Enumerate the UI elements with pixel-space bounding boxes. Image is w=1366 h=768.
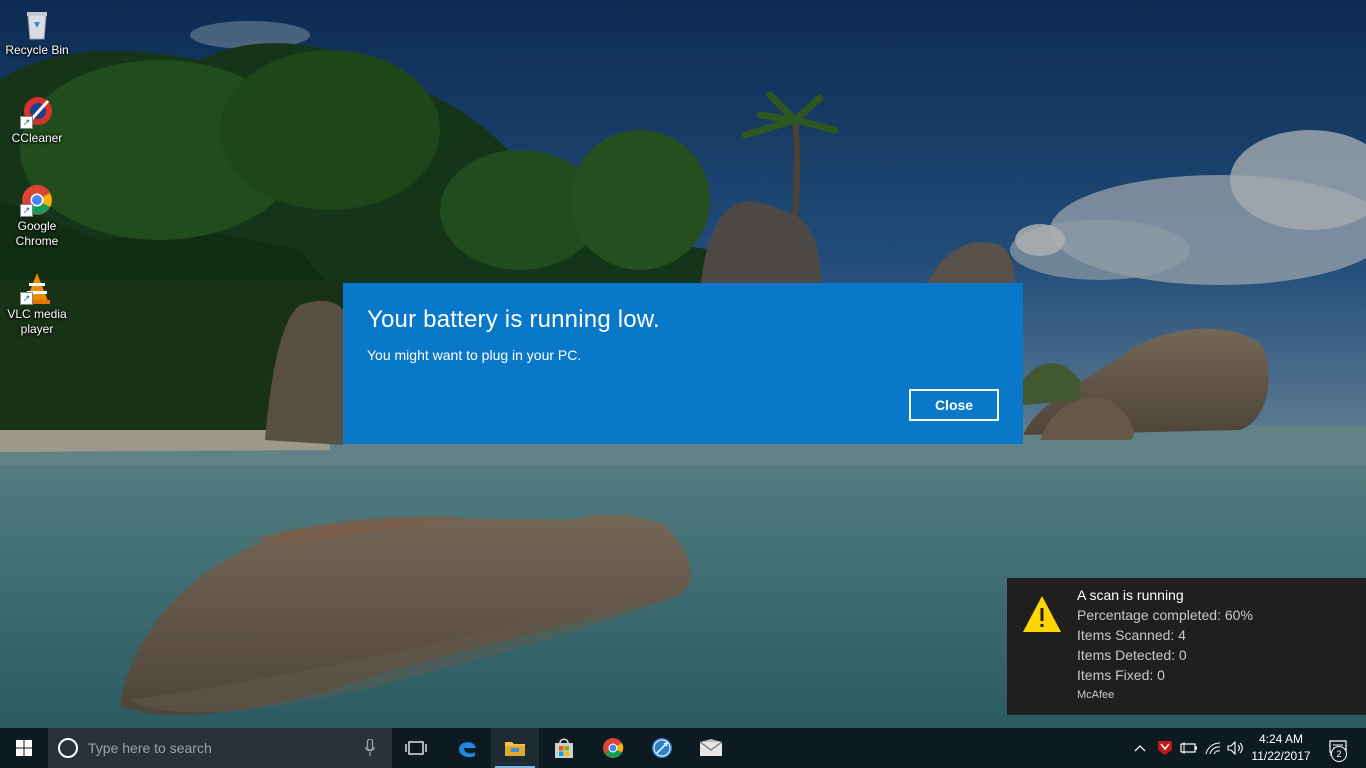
notification-line-percentage: Percentage completed: 60% [1077, 607, 1253, 623]
taskbar-app[interactable] [638, 728, 686, 768]
wifi-icon[interactable] [1201, 728, 1225, 768]
notification-title: A scan is running [1077, 587, 1184, 603]
volume-icon[interactable] [1224, 728, 1248, 768]
taskbar-edge[interactable] [443, 728, 491, 768]
windows-logo-icon [16, 740, 32, 756]
mail-icon [699, 739, 723, 756]
dialog-message: You might want to plug in your PC. [367, 347, 582, 363]
taskbar-clock[interactable]: 4:24 AM 11/22/2017 [1248, 731, 1314, 765]
show-hidden-icons-chevron-up-icon[interactable] [1128, 728, 1152, 768]
taskbar-mail[interactable] [687, 728, 735, 768]
recycle-bin-icon [20, 7, 54, 41]
task-view-button[interactable] [392, 728, 440, 768]
close-button[interactable]: Close [909, 389, 999, 421]
battery-icon[interactable] [1177, 728, 1201, 768]
clock-date: 11/22/2017 [1251, 749, 1311, 763]
vlc-icon: ↗ [20, 271, 54, 305]
desktop-icon-label: Google Chrome [15, 219, 59, 248]
desktop-icon-ccleaner[interactable]: ↗ CCleaner [2, 95, 72, 146]
microphone-icon[interactable] [365, 738, 375, 761]
file-explorer-icon [505, 742, 525, 756]
taskbar-search-box[interactable]: Type here to search [48, 728, 392, 768]
store-icon [555, 738, 573, 758]
app-icon [652, 738, 672, 758]
desktop-icon-google-chrome[interactable]: ↗ Google Chrome [2, 183, 72, 249]
desktop-icon-label: Recycle Bin [5, 43, 69, 57]
chrome-icon [603, 738, 624, 758]
desktop-icon-recycle-bin[interactable]: Recycle Bin [2, 7, 72, 58]
cortana-icon [58, 738, 78, 758]
battery-low-dialog: Your battery is running low. You might w… [343, 283, 1023, 444]
taskbar: Type here to search 4:24 AM 11/22/2017 [0, 728, 1366, 768]
chrome-icon: ↗ [20, 183, 54, 217]
shortcut-arrow-icon: ↗ [20, 204, 33, 217]
warning-icon [1021, 594, 1063, 634]
notification-line-fixed: Items Fixed: 0 [1077, 667, 1165, 683]
desktop-icon-vlc[interactable]: ↗ VLC media player [2, 271, 72, 337]
notification-line-detected: Items Detected: 0 [1077, 647, 1187, 663]
notification-source: McAfee [1077, 689, 1115, 701]
edge-icon [459, 742, 476, 758]
taskbar-store[interactable] [540, 728, 588, 768]
taskbar-file-explorer[interactable] [491, 728, 539, 768]
notification-count-badge: 2 [1331, 746, 1347, 762]
mcafee-scan-notification[interactable]: A scan is running Percentage completed: … [1007, 578, 1366, 715]
notification-line-scanned: Items Scanned: 4 [1077, 627, 1186, 643]
search-placeholder: Type here to search [88, 740, 212, 756]
ccleaner-icon: ↗ [20, 95, 54, 129]
mcafee-tray-icon[interactable] [1153, 728, 1177, 768]
dialog-title: Your battery is running low. [367, 306, 660, 333]
taskbar-chrome[interactable] [589, 728, 637, 768]
desktop-icon-label: VLC media player [7, 307, 67, 336]
start-button[interactable] [0, 728, 48, 768]
shortcut-arrow-icon: ↗ [20, 292, 33, 305]
shortcut-arrow-icon: ↗ [20, 116, 33, 129]
clock-time: 4:24 AM [1258, 732, 1304, 746]
task-view-icon [405, 741, 427, 755]
desktop-icon-label: CCleaner [11, 131, 63, 145]
